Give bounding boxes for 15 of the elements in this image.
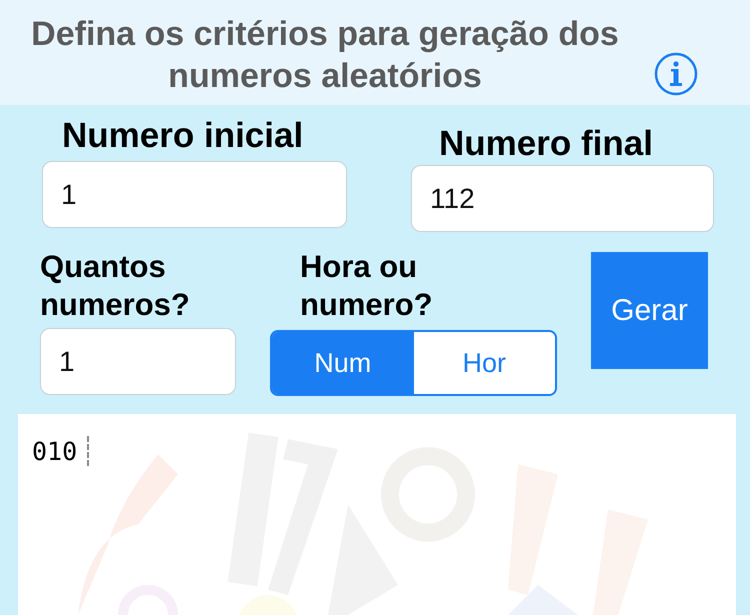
- segment-option[interactable]: Hor: [414, 332, 555, 394]
- output-text: 010: [32, 436, 78, 466]
- screen-title: Defina os critérios para geração dos numeros aleatórios: [30, 14, 620, 96]
- input-field[interactable]: 1: [40, 328, 236, 395]
- generate-button[interactable]: Gerar: [591, 252, 708, 369]
- input-field[interactable]: 1: [42, 161, 347, 228]
- field-label: Numero inicial: [61, 115, 304, 157]
- input-field[interactable]: 112: [411, 165, 714, 232]
- info-icon[interactable]: [654, 52, 698, 96]
- text-cursor: [87, 436, 90, 466]
- field-label: Numero final: [438, 123, 654, 165]
- segment-option[interactable]: Num: [272, 332, 414, 394]
- output-area[interactable]: 010: [18, 414, 736, 615]
- field-label: Quantos numeros?: [40, 248, 191, 324]
- field-label: Hora ou numero?: [299, 248, 434, 324]
